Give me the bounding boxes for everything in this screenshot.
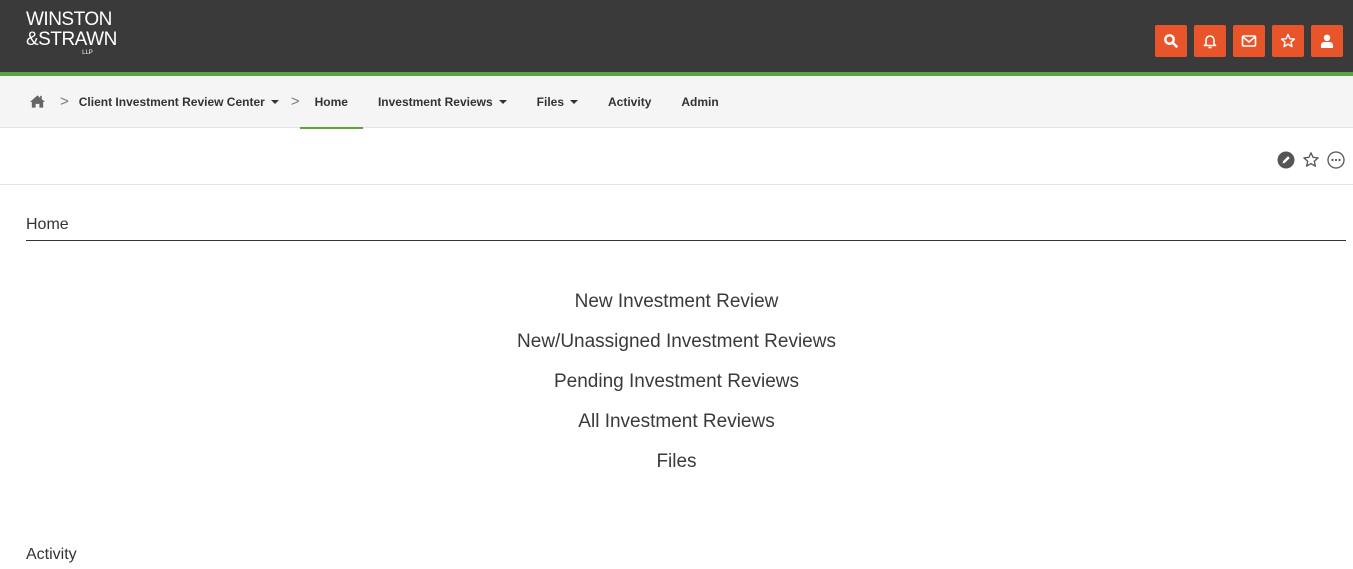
site-name: Client Investment Review Center	[78, 94, 265, 109]
edit-icon	[1277, 151, 1294, 168]
navigation-bar: > Client Investment Review Center > Home…	[0, 76, 1353, 129]
chevron-down-icon	[498, 99, 507, 104]
star-outline-icon	[1302, 151, 1319, 167]
edit-button[interactable]	[1276, 150, 1295, 169]
tab-label: Activity	[608, 94, 652, 109]
tab-admin[interactable]: Admin	[666, 76, 733, 128]
chevron-down-icon	[570, 99, 579, 104]
tab-label: Home	[314, 94, 348, 109]
more-icon	[1326, 150, 1345, 169]
logo-line-3: LLP	[82, 50, 93, 56]
star-icon	[1280, 33, 1296, 48]
home-links: New Investment Review New/Unassigned Inv…	[0, 290, 1353, 490]
user-icon	[1321, 34, 1333, 48]
new-unassigned-reviews-link[interactable]: New/Unassigned Investment Reviews	[0, 330, 1353, 370]
tab-label: Admin	[681, 94, 719, 109]
tab-label: Investment Reviews	[377, 94, 493, 109]
header-actions	[1155, 25, 1343, 57]
home-icon[interactable]	[26, 91, 48, 113]
all-reviews-link[interactable]: All Investment Reviews	[0, 410, 1353, 450]
files-link[interactable]: Files	[0, 450, 1353, 490]
messages-button[interactable]	[1233, 25, 1265, 57]
follow-button[interactable]	[1301, 150, 1320, 169]
page-tools	[1276, 150, 1345, 169]
bell-icon	[1203, 35, 1217, 49]
search-icon	[1164, 34, 1178, 48]
page-toolbar	[0, 129, 1353, 185]
logo[interactable]: WINSTON &STRAWN LLP	[26, 10, 117, 56]
tab-investment-reviews[interactable]: Investment Reviews	[363, 76, 522, 128]
favorites-button[interactable]	[1272, 25, 1304, 57]
tab-activity[interactable]: Activity	[593, 76, 666, 128]
tab-home[interactable]: Home	[299, 76, 364, 129]
breadcrumb-separator: >	[60, 93, 69, 110]
logo-line-1: WINSTON	[26, 9, 112, 30]
tab-label: Files	[536, 94, 565, 109]
profile-button[interactable]	[1311, 25, 1343, 57]
tab-files[interactable]: Files	[522, 76, 593, 128]
more-options-button[interactable]	[1326, 150, 1345, 169]
chevron-down-icon	[270, 99, 279, 104]
activity-section-title: Activity	[26, 546, 77, 563]
logo-line-2: &STRAWN	[26, 29, 117, 50]
top-header: WINSTON &STRAWN LLP	[0, 0, 1353, 72]
section-divider	[26, 240, 1346, 241]
new-investment-review-link[interactable]: New Investment Review	[0, 290, 1353, 330]
search-button[interactable]	[1155, 25, 1187, 57]
site-dropdown[interactable]: Client Investment Review Center	[79, 76, 279, 128]
breadcrumb-separator: >	[290, 93, 300, 110]
notifications-button[interactable]	[1194, 25, 1226, 57]
mail-icon	[1241, 35, 1257, 47]
home-section-title: Home	[26, 216, 69, 233]
pending-reviews-link[interactable]: Pending Investment Reviews	[0, 370, 1353, 410]
